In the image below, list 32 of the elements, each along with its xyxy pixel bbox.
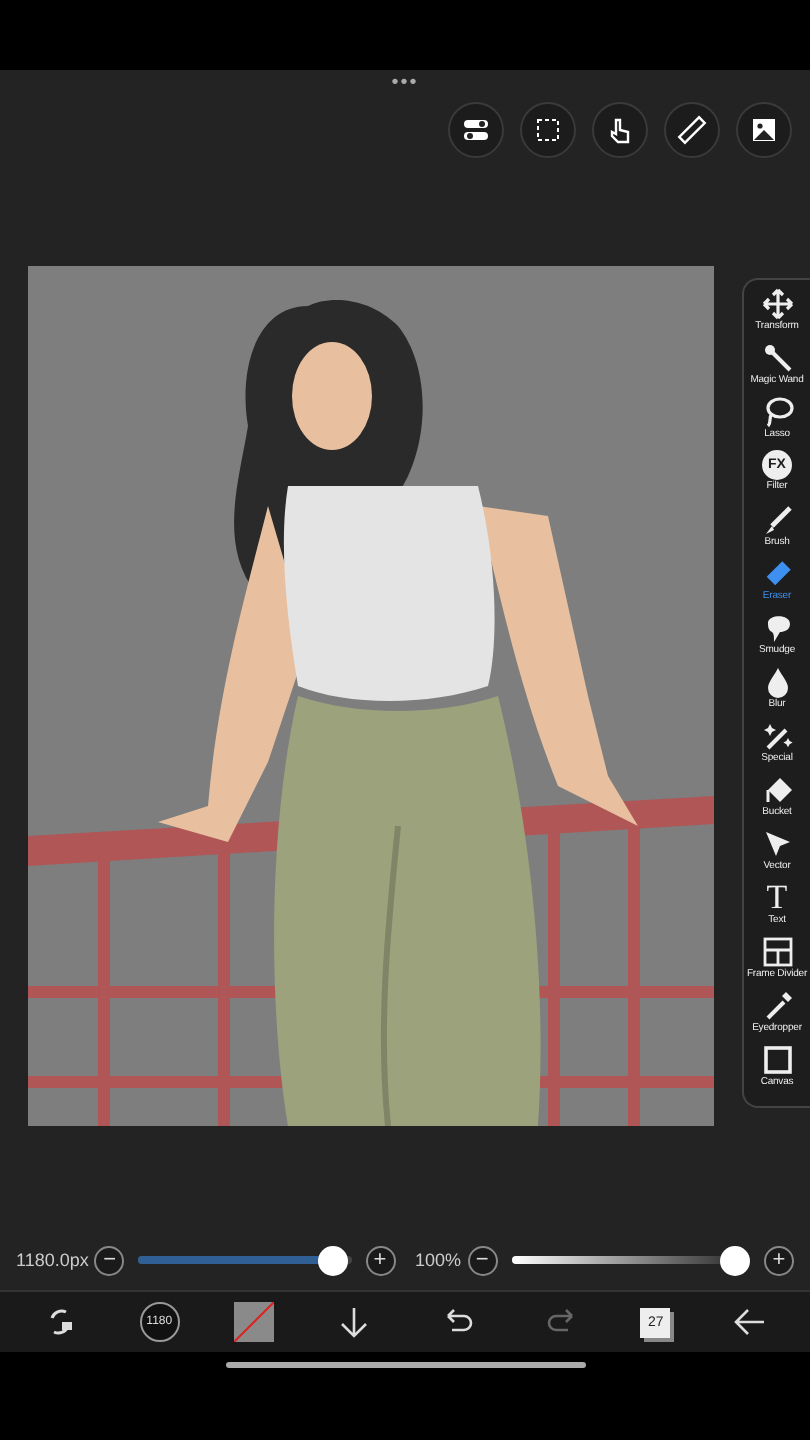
lasso-icon: [761, 396, 793, 428]
minus-button[interactable]: −: [94, 1245, 125, 1275]
ruler-button[interactable]: [664, 102, 720, 158]
opacity-reading: 100%: [415, 1250, 462, 1270]
image-button[interactable]: [736, 102, 792, 158]
toggle-switches-button[interactable]: [448, 102, 504, 158]
cursor-arrow-icon: [761, 828, 793, 860]
text-tool-glyph: T: [766, 882, 788, 914]
toggle-switches-icon: [460, 114, 492, 146]
ruler-icon: [676, 114, 708, 146]
minus-button[interactable]: −: [467, 1245, 498, 1275]
brush-icon: [761, 504, 793, 536]
sparkle-wand-icon: [761, 720, 793, 752]
down-arrow-icon: [336, 1304, 373, 1340]
image-icon: [748, 114, 780, 146]
back-arrow-icon: [732, 1304, 769, 1340]
diamond-icon: [761, 774, 793, 806]
frame-icon: [761, 936, 793, 968]
plus-button[interactable]: +: [764, 1245, 794, 1275]
pointing-hand-button[interactable]: [592, 102, 648, 158]
wand-icon: [761, 342, 793, 374]
eyedropper-icon: [761, 990, 793, 1022]
color-swatch[interactable]: [234, 1302, 275, 1342]
drag-handle[interactable]: •••: [391, 74, 419, 94]
plus-button[interactable]: +: [365, 1245, 395, 1275]
size-reading: 1180.0px: [16, 1250, 89, 1270]
size-slider[interactable]: [138, 1245, 351, 1275]
move-arrows-icon: [761, 288, 793, 320]
dashed-selection-button[interactable]: [520, 102, 576, 158]
square-icon: [761, 1044, 793, 1076]
dashed-selection-icon: [532, 114, 564, 146]
opacity-slider[interactable]: [511, 1245, 750, 1275]
